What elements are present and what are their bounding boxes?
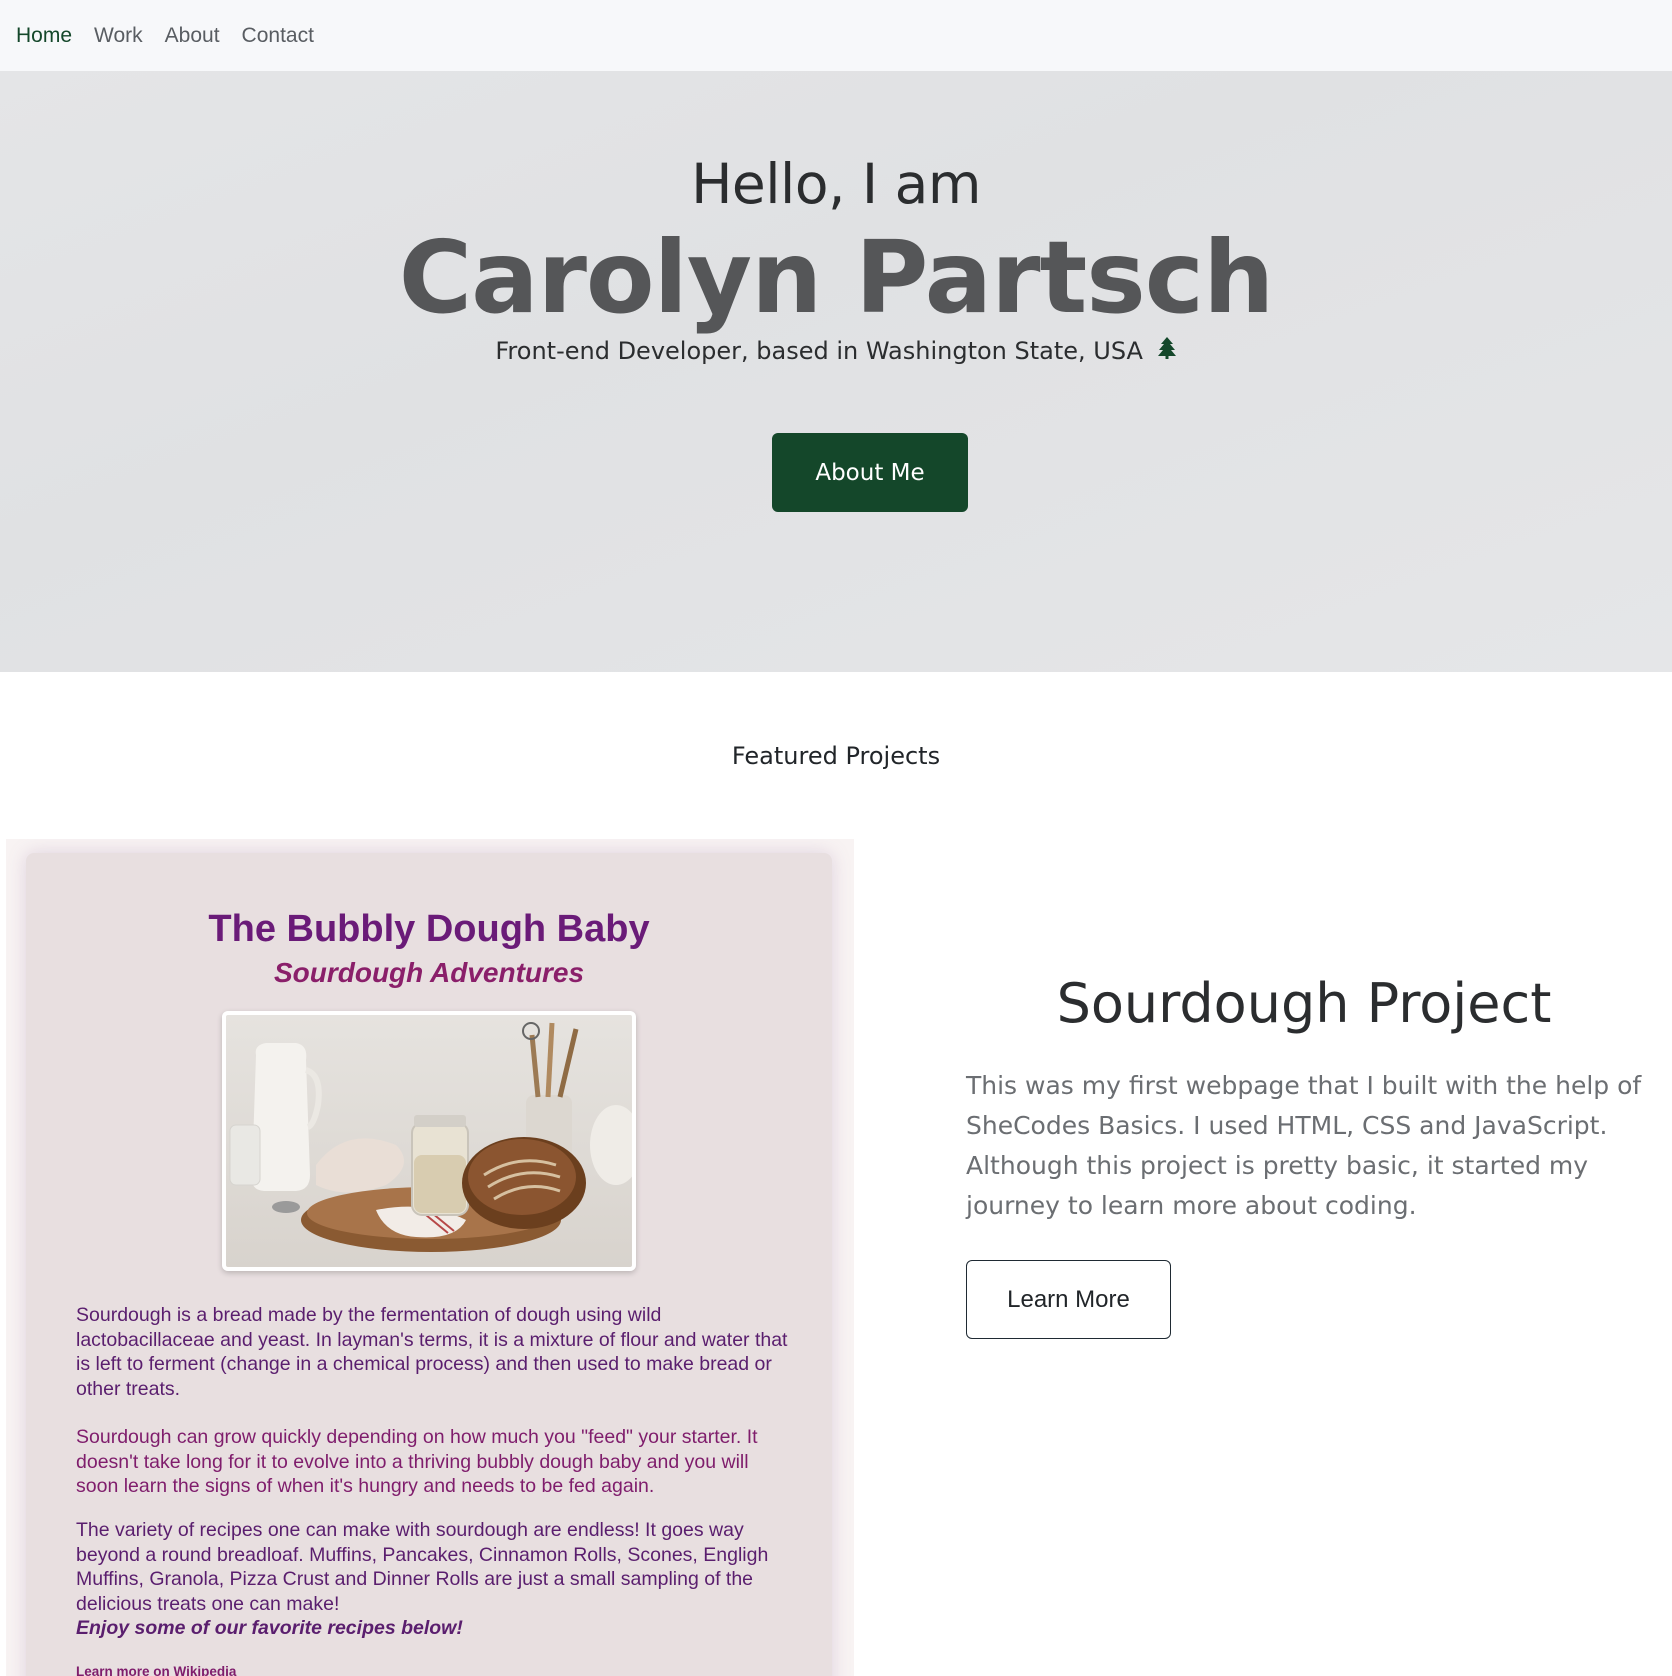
learn-more-button[interactable]: Learn More (966, 1260, 1171, 1339)
screenshot-emphasis: Enjoy some of our favorite recipes below… (76, 1617, 463, 1639)
sourdough-bread-photo (222, 1011, 636, 1271)
screenshot-paragraph-2: Sourdough can grow quickly depending on … (76, 1426, 758, 1497)
project-screenshot-frame[interactable]: The Bubbly Dough Baby Sourdough Adventur… (6, 839, 854, 1676)
hero-greeting: Hello, I am (691, 152, 981, 216)
hero-subtitle-text: Front-end Developer, based in Washington… (495, 337, 1143, 365)
nav-work-link[interactable]: Work (94, 24, 143, 48)
hero-subtitle: Front-end Developer, based in Washington… (0, 337, 1672, 365)
project-screenshot: The Bubbly Dough Baby Sourdough Adventur… (26, 853, 832, 1676)
hero-name: Carolyn Partsch (398, 219, 1275, 336)
about-me-button[interactable]: About Me (772, 433, 968, 512)
screenshot-subtitle: Sourdough Adventures (273, 957, 585, 988)
nav-about-link[interactable]: About (165, 24, 220, 48)
screenshot-paragraph-1: Sourdough is a bread made by the ferment… (76, 1304, 788, 1400)
wikipedia-link[interactable]: Learn more on Wikipedia (76, 1664, 236, 1676)
screenshot-paragraph-3-text: The variety of recipes one can make with… (76, 1519, 769, 1615)
screenshot-title: The Bubbly Dough Baby (208, 908, 650, 950)
project-title: Sourdough Project (1056, 972, 1552, 1035)
project-description: This was my first webpage that I built w… (966, 1071, 1642, 1220)
screenshot-paragraph-3: The variety of recipes one can make with… (76, 1518, 792, 1641)
top-navbar: Home Work About Contact (0, 0, 1672, 71)
evergreen-tree-icon (1157, 337, 1177, 364)
hero-section: Hello, I am Carolyn Partsch Front-end De… (0, 71, 1672, 672)
nav-home-link[interactable]: Home (16, 24, 72, 48)
featured-projects-heading: Featured Projects (731, 742, 941, 770)
nav-contact-link[interactable]: Contact (242, 24, 314, 48)
